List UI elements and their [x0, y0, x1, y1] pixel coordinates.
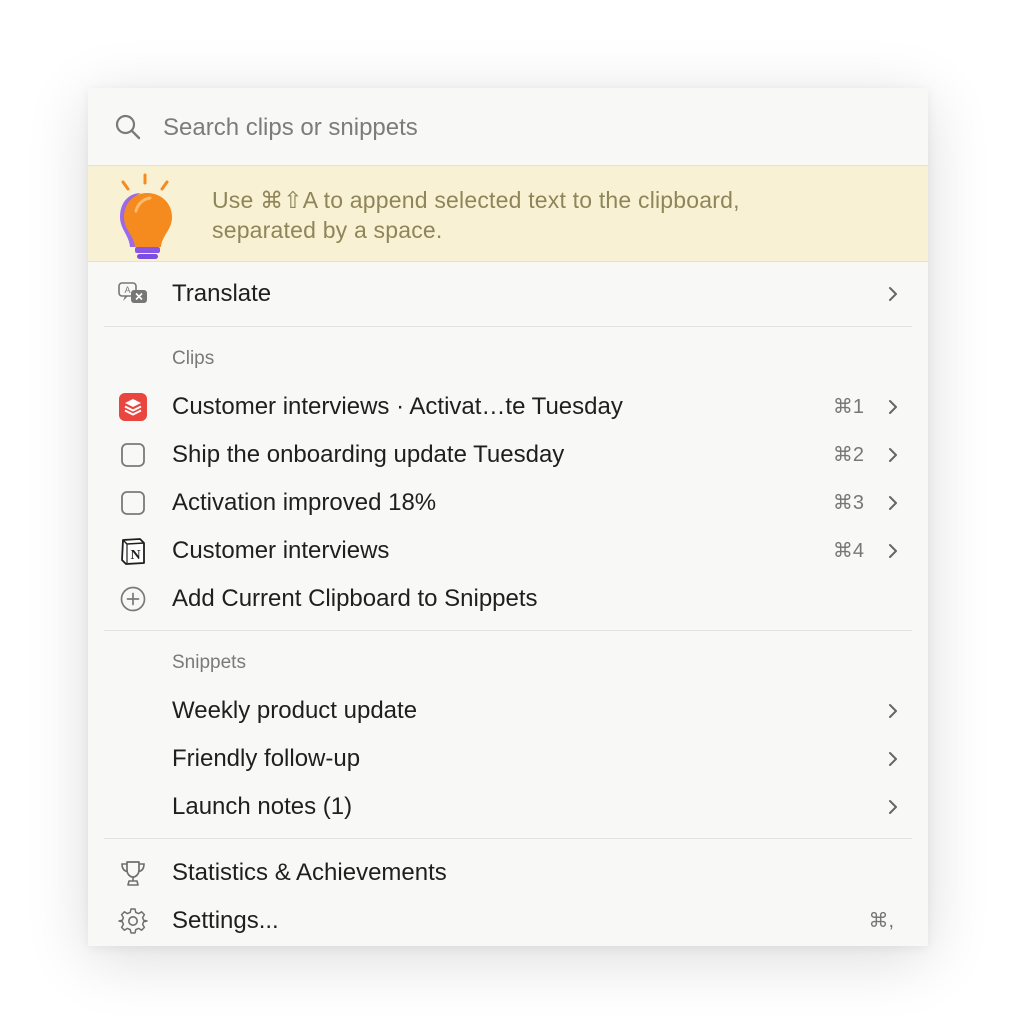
search-bar	[88, 88, 928, 166]
translate-icon: A	[118, 282, 147, 303]
divider	[104, 630, 912, 631]
snippet-label: Launch notes (1)	[172, 793, 353, 820]
chevron-right-icon	[889, 704, 897, 718]
svg-text:N: N	[130, 548, 140, 563]
plus-circle-icon	[120, 586, 146, 612]
chevron-right-icon	[889, 752, 897, 766]
lightbulb-icon	[120, 173, 172, 259]
notion-icon: N	[121, 538, 145, 565]
clip-shortcut: ⌘4	[832, 540, 864, 562]
statistics-label: Statistics & Achievements	[172, 859, 447, 886]
snippet-item[interactable]: Launch notes (1)	[104, 785, 912, 829]
settings-shortcut: ⌘,	[868, 910, 894, 932]
snippets-header: Snippets	[172, 652, 246, 673]
snippet-item[interactable]: Weekly product update	[104, 689, 912, 733]
chevron-right-icon	[889, 544, 897, 558]
clip-shortcut: ⌘1	[832, 396, 864, 418]
gear-icon	[118, 908, 148, 934]
tip-banner: Use ⌘⇧A to append selected text to the c…	[88, 166, 928, 262]
translate-label: Translate	[172, 280, 272, 307]
clip-label: Ship the onboarding update Tuesday	[172, 441, 565, 468]
chevron-right-icon	[889, 287, 897, 301]
chevron-right-icon	[889, 400, 897, 414]
clip-label: Customer interviews	[172, 537, 390, 564]
clips-header: Clips	[172, 348, 215, 369]
add-clipboard-to-snippets-item[interactable]: Add Current Clipboard to Snippets	[104, 577, 912, 621]
clip-item[interactable]: Customer interviews · Activat…te Tuesday…	[104, 385, 912, 429]
search-input[interactable]	[161, 108, 865, 148]
app-stack-icon	[119, 393, 147, 421]
clip-label: Activation improved 18%	[172, 489, 437, 516]
clip-item[interactable]: Ship the onboarding update Tuesday ⌘2	[104, 433, 912, 477]
snippet-label: Friendly follow-up	[172, 745, 361, 772]
add-clipboard-label: Add Current Clipboard to Snippets	[172, 585, 538, 612]
settings-label: Settings...	[172, 907, 279, 934]
clip-shortcut: ⌘2	[832, 444, 864, 466]
divider	[104, 838, 912, 839]
checkbox-icon	[121, 491, 145, 515]
clip-item[interactable]: Activation improved 18% ⌘3	[104, 481, 912, 525]
checkbox-icon	[121, 443, 145, 467]
settings-item[interactable]: Settings... ⌘,	[104, 899, 912, 943]
snippet-item[interactable]: Friendly follow-up	[104, 737, 912, 781]
svg-text:A: A	[124, 285, 130, 295]
search-icon	[115, 114, 141, 140]
clipboard-panel: Use ⌘⇧A to append selected text to the c…	[88, 88, 928, 946]
snippet-label: Weekly product update	[172, 697, 418, 724]
clip-item[interactable]: N Customer interviews ⌘4	[104, 529, 912, 573]
tip-line-2: separated by a space.	[212, 217, 443, 243]
chevron-right-icon	[889, 496, 897, 510]
divider	[104, 326, 912, 327]
chevron-right-icon	[889, 800, 897, 814]
statistics-achievements-item[interactable]: Statistics & Achievements	[104, 851, 912, 895]
translate-item[interactable]: A Translate	[104, 272, 912, 316]
tip-line-1: Use ⌘⇧A to append selected text to the c…	[212, 187, 740, 213]
clip-shortcut: ⌘3	[832, 492, 864, 514]
chevron-right-icon	[889, 448, 897, 462]
trophy-icon	[121, 861, 145, 886]
clip-label: Customer interviews · Activat…te Tuesday	[172, 393, 623, 420]
